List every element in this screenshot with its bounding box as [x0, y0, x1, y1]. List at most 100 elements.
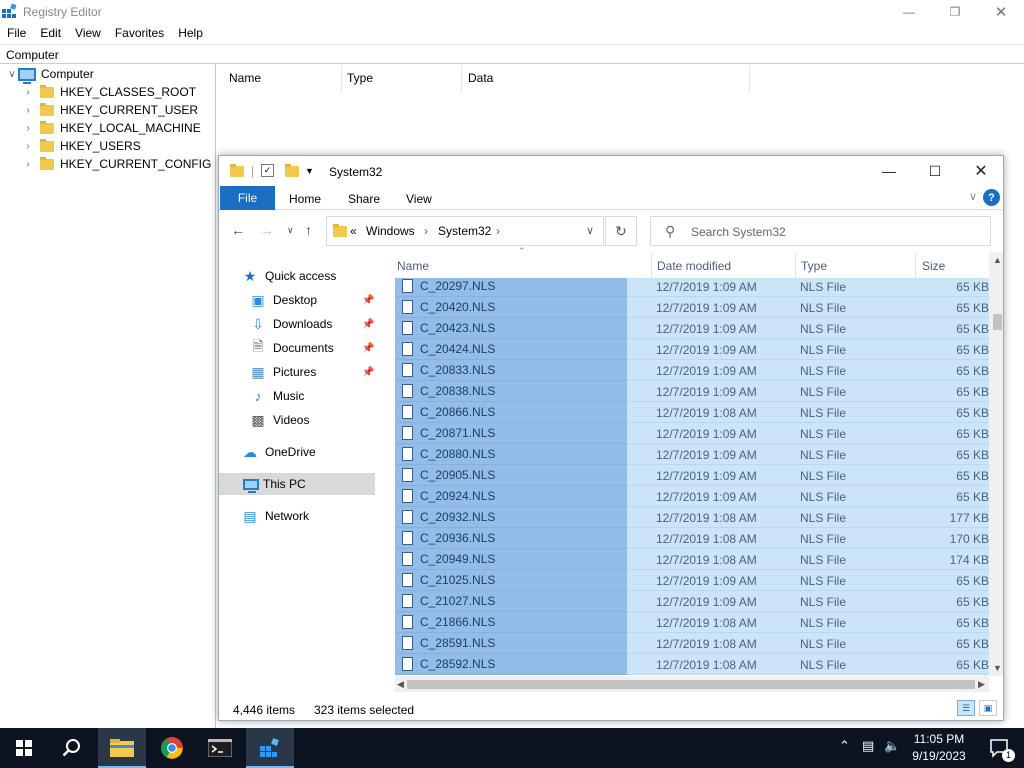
chevron-right-icon[interactable]: › — [22, 141, 34, 152]
name-cell[interactable]: C_21866.NLS — [395, 612, 627, 633]
column-divider[interactable] — [651, 252, 652, 278]
name-cell[interactable]: C_20424.NLS — [395, 339, 627, 360]
new-folder-icon[interactable] — [285, 164, 299, 177]
scrollbar-thumb[interactable] — [993, 314, 1002, 330]
column-divider[interactable] — [795, 252, 796, 278]
taskbar-registry-editor[interactable] — [246, 728, 294, 768]
column-divider[interactable] — [461, 66, 462, 92]
table-row[interactable]: C_21027.NLS 12/7/2019 1:09 AM NLS File 65 K… — [395, 591, 989, 612]
name-cell[interactable]: C_20833.NLS — [395, 360, 627, 381]
refresh-button[interactable]: ↻ — [605, 216, 637, 246]
table-row[interactable]: C_20932.NLS 12/7/2019 1:08 AM NLS File 177 … — [395, 507, 989, 528]
table-row[interactable]: C_20838.NLS 12/7/2019 1:09 AM NLS File 65 K… — [395, 381, 989, 402]
pin-icon[interactable]: 📌 — [362, 367, 374, 378]
column-name[interactable]: Name — [397, 259, 429, 273]
chevron-down-icon[interactable]: ∨ — [6, 69, 18, 80]
tab-share[interactable]: Share — [348, 192, 380, 206]
column-divider[interactable] — [749, 66, 750, 92]
registry-address-bar[interactable]: Computer — [0, 44, 1024, 64]
tree-item-hklm[interactable]: › HKEY_LOCAL_MACHINE — [22, 119, 201, 137]
details-view-button[interactable]: ☰ — [957, 700, 975, 716]
nav-downloads[interactable]: ⇩ Downloads 📌 — [219, 313, 394, 335]
address-bar[interactable]: « Windows › System32 › ∨ — [326, 216, 604, 246]
table-row[interactable]: C_21866.NLS 12/7/2019 1:08 AM NLS File 65 K… — [395, 612, 989, 633]
name-cell[interactable]: C_20880.NLS — [395, 444, 627, 465]
name-cell[interactable]: C_20423.NLS — [395, 318, 627, 339]
table-row[interactable]: C_20297.NLS 12/7/2019 1:09 AM NLS File 65 K… — [395, 278, 989, 297]
table-row[interactable]: C_20424.NLS 12/7/2019 1:09 AM NLS File 65 K… — [395, 339, 989, 360]
table-row[interactable]: C_20420.NLS 12/7/2019 1:09 AM NLS File 65 K… — [395, 297, 989, 318]
tree-item-hkcc[interactable]: › HKEY_CURRENT_CONFIG — [22, 155, 211, 173]
name-cell[interactable]: C_20932.NLS — [395, 507, 627, 528]
name-cell[interactable]: C_20905.NLS — [395, 465, 627, 486]
column-divider[interactable] — [915, 252, 916, 278]
scroll-left-icon[interactable]: ◀ — [397, 679, 404, 690]
recent-locations-icon[interactable]: ∨ — [287, 225, 294, 236]
taskbar-file-explorer[interactable] — [98, 728, 146, 768]
menu-favorites[interactable]: Favorites — [108, 24, 171, 44]
chevron-right-icon[interactable]: › — [22, 159, 34, 170]
notifications-button[interactable]: 1 — [976, 728, 1024, 768]
column-divider[interactable] — [341, 66, 342, 92]
nav-pictures[interactable]: ▦ Pictures 📌 — [219, 361, 394, 383]
maximize-button[interactable]: ☐ — [912, 156, 958, 186]
table-row[interactable]: C_21025.NLS 12/7/2019 1:09 AM NLS File 65 K… — [395, 570, 989, 591]
search-input[interactable]: ⚲ Search System32 — [650, 216, 991, 246]
table-row[interactable]: C_20423.NLS 12/7/2019 1:09 AM NLS File 65 K… — [395, 318, 989, 339]
scroll-up-icon[interactable]: ▲ — [993, 255, 1002, 265]
table-row[interactable]: C_20936.NLS 12/7/2019 1:08 AM NLS File 170 … — [395, 528, 989, 549]
large-icons-view-button[interactable]: ▣ — [979, 700, 997, 716]
tree-item-hkcu[interactable]: › HKEY_CURRENT_USER — [22, 101, 198, 119]
registry-title-bar[interactable]: Registry Editor — ❐ ✕ — [0, 0, 1024, 24]
menu-view[interactable]: View — [68, 24, 108, 44]
horizontal-scrollbar[interactable]: ◀ ▶ — [395, 676, 989, 692]
name-cell[interactable]: C_28591.NLS — [395, 633, 627, 654]
tree-item-hku[interactable]: › HKEY_USERS — [22, 137, 141, 155]
nav-quick-access[interactable]: ★ Quick access — [219, 265, 394, 287]
minimize-button[interactable]: — — [866, 156, 912, 186]
pin-icon[interactable]: 📌 — [362, 343, 374, 354]
explorer-title-bar[interactable]: | ✓ ▼ System32 — ☐ ✕ — [219, 156, 1003, 186]
chevron-right-icon[interactable]: › — [22, 105, 34, 116]
table-row[interactable]: C_20949.NLS 12/7/2019 1:08 AM NLS File 174 … — [395, 549, 989, 570]
name-cell[interactable]: C_21027.NLS — [395, 591, 627, 612]
taskbar-terminal[interactable] — [196, 728, 244, 768]
column-size[interactable]: Size — [922, 259, 945, 273]
column-date-modified[interactable]: Date modified — [657, 259, 731, 273]
taskbar-chrome[interactable] — [148, 728, 196, 768]
pin-icon[interactable]: 📌 — [362, 319, 374, 330]
table-row[interactable]: C_28591.NLS 12/7/2019 1:08 AM NLS File 65 K… — [395, 633, 989, 654]
minimize-button[interactable]: — — [886, 0, 932, 24]
chevron-right-icon[interactable]: › — [22, 87, 34, 98]
column-name[interactable]: Name — [229, 71, 261, 85]
tree-item-computer[interactable]: ∨ Computer — [6, 65, 94, 84]
menu-file[interactable]: File — [0, 24, 33, 44]
menu-help[interactable]: Help — [171, 24, 210, 44]
nav-desktop[interactable]: ▣ Desktop 📌 — [219, 289, 394, 311]
volume-muted-icon[interactable]: 🔈 — [884, 738, 900, 754]
clock[interactable]: 11:05 PM 9/19/2023 — [906, 731, 972, 765]
nav-documents[interactable]: 🗎 Documents 📌 — [219, 337, 394, 359]
nav-videos[interactable]: ▩ Videos — [219, 409, 394, 431]
nav-this-pc[interactable]: This PC — [219, 473, 375, 495]
tree-item-hkcr[interactable]: › HKEY_CLASSES_ROOT — [22, 83, 196, 101]
name-cell[interactable]: C_21025.NLS — [395, 570, 627, 591]
search-button[interactable] — [48, 728, 96, 768]
vertical-scrollbar[interactable]: ▲ ▼ — [989, 252, 1003, 676]
network-icon[interactable]: ▤ — [862, 738, 874, 754]
tab-home[interactable]: Home — [289, 192, 321, 206]
chevron-right-icon[interactable]: › — [22, 123, 34, 134]
name-cell[interactable]: C_20297.NLS — [395, 278, 627, 297]
nav-onedrive[interactable]: ☁ OneDrive — [219, 441, 394, 463]
name-cell[interactable]: C_20936.NLS — [395, 528, 627, 549]
scroll-down-icon[interactable]: ▼ — [993, 663, 1002, 673]
name-cell[interactable]: C_20871.NLS — [395, 423, 627, 444]
chevron-down-icon[interactable]: ∨ — [969, 190, 977, 203]
table-row[interactable]: C_20880.NLS 12/7/2019 1:09 AM NLS File 65 K… — [395, 444, 989, 465]
table-row[interactable]: C_20924.NLS 12/7/2019 1:09 AM NLS File 65 K… — [395, 486, 989, 507]
column-data[interactable]: Data — [468, 71, 493, 85]
tab-view[interactable]: View — [406, 192, 432, 206]
scrollbar-thumb[interactable] — [407, 680, 975, 689]
forward-arrow-icon[interactable]: → — [260, 222, 274, 238]
table-row[interactable]: C_20871.NLS 12/7/2019 1:09 AM NLS File 65 K… — [395, 423, 989, 444]
